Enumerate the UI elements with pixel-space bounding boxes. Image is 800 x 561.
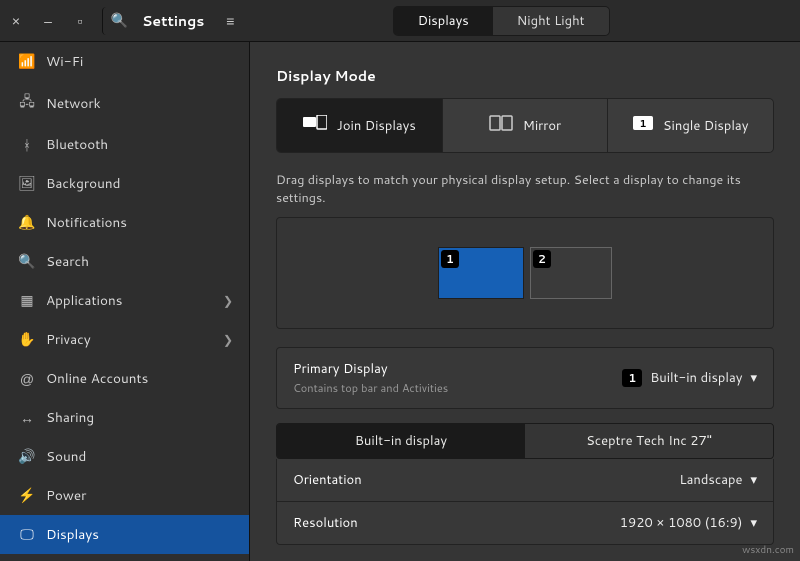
resolution-value: 1920 × 1080 (16:9) [620, 514, 743, 532]
chevron-right-icon: ❯ [223, 333, 233, 347]
sidebar-item-displays[interactable]: 🖵Displays [0, 515, 249, 554]
chevron-right-icon: ❯ [223, 294, 233, 308]
primary-badge: 1 [622, 369, 642, 387]
display-mode-group: Join Displays Mirror 1 Single Display [276, 98, 774, 153]
sidebar-item-sound[interactable]: 🔊Sound [0, 437, 249, 476]
speaker-icon: 🔊 [16, 448, 38, 465]
section-title-display-mode: Display Mode [276, 66, 774, 86]
chevron-down-icon: ▾ [750, 472, 757, 488]
mode-single-display[interactable]: 1 Single Display [608, 99, 773, 152]
share-icon: ↔ [16, 410, 38, 426]
primary-display-value: Built-in display [650, 369, 742, 387]
content-pane: Display Mode Join Displays Mirror 1 Sing… [250, 42, 800, 561]
drag-hint: Drag displays to match your physical dis… [276, 171, 774, 207]
sidebar-item-mouse[interactable]: 🖰Mouse & Touchpad [0, 554, 249, 561]
app-title: Settings [142, 11, 204, 31]
sidebar-item-power[interactable]: ⚡Power [0, 476, 249, 515]
join-icon [303, 115, 327, 136]
orientation-row[interactable]: Orientation Landscape▾ [277, 459, 773, 502]
display-box-2[interactable]: 2 [530, 247, 612, 299]
network-icon: 🖧 [16, 91, 38, 115]
primary-display-sub: Contains top bar and Activities [293, 380, 448, 396]
sidebar-item-applications[interactable]: ▦Applications❯ [0, 281, 249, 320]
privacy-icon: ✋ [16, 331, 38, 348]
orientation-value: Landscape [679, 471, 742, 489]
header-bar: × – ▫ 🔍 Settings ≡ Displays Night Light [0, 0, 800, 42]
at-icon: @ [16, 371, 38, 387]
tab-nightlight[interactable]: Night Light [493, 7, 609, 35]
sidebar: 📶Wi-Fi 🖧Network ᚼBluetooth 🖼Background 🔔… [0, 42, 250, 561]
bluetooth-icon: ᚼ [16, 137, 38, 153]
resolution-row[interactable]: Resolution 1920 × 1080 (16:9)▾ [277, 502, 773, 544]
mode-join-displays[interactable]: Join Displays [277, 99, 443, 152]
apps-icon: ▦ [16, 292, 38, 309]
bell-icon: 🔔 [16, 214, 38, 231]
display-icon: 🖵 [16, 526, 38, 543]
sidebar-item-background[interactable]: 🖼Background [0, 164, 249, 203]
svg-text:1: 1 [639, 117, 646, 130]
display-box-1[interactable]: 1 [438, 247, 524, 299]
primary-display-label: Primary Display [293, 360, 448, 378]
power-icon: ⚡ [16, 487, 38, 504]
search-icon: 🔍 [16, 253, 38, 270]
sidebar-item-network[interactable]: 🖧Network [0, 81, 249, 125]
primary-display-row[interactable]: Primary Display Contains top bar and Act… [276, 347, 774, 409]
sidebar-item-sharing[interactable]: ↔Sharing [0, 398, 249, 437]
mirror-icon [489, 115, 513, 136]
sidebar-item-online-accounts[interactable]: @Online Accounts [0, 359, 249, 398]
sidebar-item-wifi[interactable]: 📶Wi-Fi [0, 42, 249, 81]
tab-displays[interactable]: Displays [394, 7, 493, 35]
close-icon[interactable]: × [2, 7, 30, 35]
header-tabs: Displays Night Light [393, 6, 610, 36]
chevron-down-icon: ▾ [750, 370, 757, 386]
sidebar-item-privacy[interactable]: ✋Privacy❯ [0, 320, 249, 359]
wifi-icon: 📶 [16, 53, 38, 70]
watermark: wsxdn.com [742, 543, 794, 557]
search-icon[interactable]: 🔍 [102, 7, 130, 35]
chevron-down-icon: ▾ [750, 515, 757, 531]
single-icon: 1 [633, 116, 653, 135]
tab-sceptre-display[interactable]: Sceptre Tech Inc 27" [525, 424, 773, 458]
sidebar-item-notifications[interactable]: 🔔Notifications [0, 203, 249, 242]
minimize-icon[interactable]: – [34, 7, 62, 35]
display-select-tabs: Built-in display Sceptre Tech Inc 27" [276, 423, 774, 459]
hamburger-icon[interactable]: ≡ [216, 7, 244, 35]
display-arrangement[interactable]: 1 2 [276, 217, 774, 329]
maximize-icon[interactable]: ▫ [66, 7, 94, 35]
sidebar-item-search[interactable]: 🔍Search [0, 242, 249, 281]
tab-builtin-display[interactable]: Built-in display [277, 424, 525, 458]
mode-mirror[interactable]: Mirror [443, 99, 609, 152]
background-icon: 🖼 [16, 175, 38, 192]
sidebar-item-bluetooth[interactable]: ᚼBluetooth [0, 125, 249, 164]
